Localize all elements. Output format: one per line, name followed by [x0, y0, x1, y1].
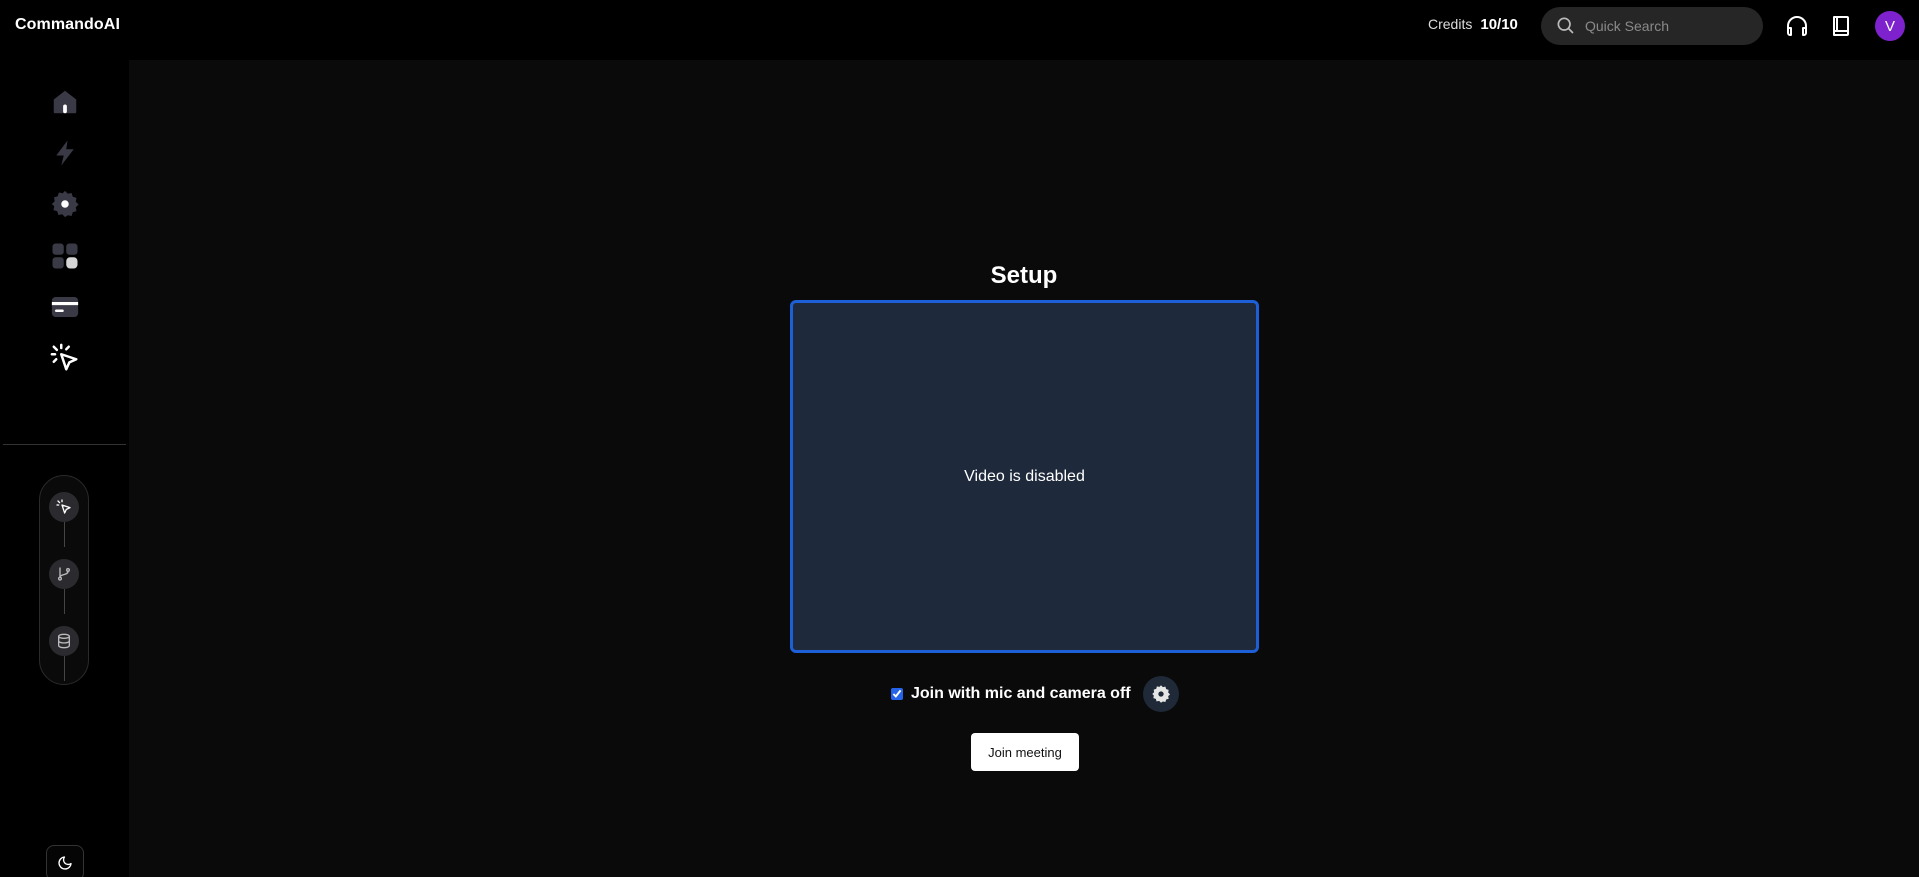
tool-button-database[interactable] [49, 626, 79, 656]
sidebar-item-automations[interactable] [46, 134, 84, 172]
branch-icon [58, 567, 70, 581]
credits-label: Credits [1428, 16, 1473, 32]
cursor-sparkle-icon [56, 499, 71, 514]
book-icon[interactable] [1827, 12, 1855, 40]
sidebar-item-home[interactable] [46, 83, 84, 121]
top-bar: CommandoAI Credits 10/10 Quick Search V [0, 0, 1919, 60]
user-avatar[interactable]: V [1875, 11, 1905, 41]
database-icon [58, 633, 70, 649]
search-input[interactable]: Quick Search [1541, 7, 1763, 45]
headphones-icon[interactable] [1783, 12, 1811, 40]
video-preview: Video is disabled [790, 300, 1259, 653]
tools-connector [64, 589, 65, 614]
theme-toggle-button[interactable] [46, 845, 84, 877]
gear-icon [51, 190, 79, 218]
sidebar-item-apps[interactable] [46, 237, 84, 275]
join-options-row: Join with mic and camera off [891, 676, 1179, 712]
lightning-icon [56, 140, 74, 166]
credits-value: 10/10 [1480, 16, 1518, 33]
moon-icon [58, 856, 72, 870]
search-icon [1555, 15, 1575, 38]
tools-connector [64, 522, 65, 547]
sidebar-item-settings[interactable] [46, 185, 84, 223]
mic-camera-off-label[interactable]: Join with mic and camera off [911, 685, 1131, 703]
credits-display: Credits 10/10 [1428, 16, 1518, 33]
gear-icon [1151, 685, 1170, 703]
home-icon [53, 90, 77, 114]
search-placeholder: Quick Search [1585, 18, 1670, 34]
video-status-text: Video is disabled [964, 467, 1085, 485]
main-content: Setup Video is disabled Join with mic an… [129, 60, 1919, 877]
tool-button-branch[interactable] [49, 559, 79, 589]
credit-card-icon [51, 297, 79, 317]
sidebar-item-computer-use[interactable] [46, 339, 84, 377]
cursor-click-icon [50, 343, 78, 371]
device-settings-button[interactable] [1142, 676, 1179, 712]
tools-pill [39, 475, 89, 685]
tool-button-cursor[interactable] [49, 492, 79, 522]
mic-camera-off-checkbox[interactable] [891, 688, 903, 700]
join-meeting-button[interactable]: Join meeting [971, 733, 1079, 771]
apps-grid-icon [52, 243, 78, 269]
tools-connector [64, 656, 65, 681]
sidebar-item-billing[interactable] [46, 288, 84, 326]
app-logo[interactable]: CommandoAI [15, 16, 120, 34]
sidebar [0, 60, 129, 877]
page-title: Setup [990, 262, 1058, 289]
sidebar-divider [3, 444, 126, 445]
